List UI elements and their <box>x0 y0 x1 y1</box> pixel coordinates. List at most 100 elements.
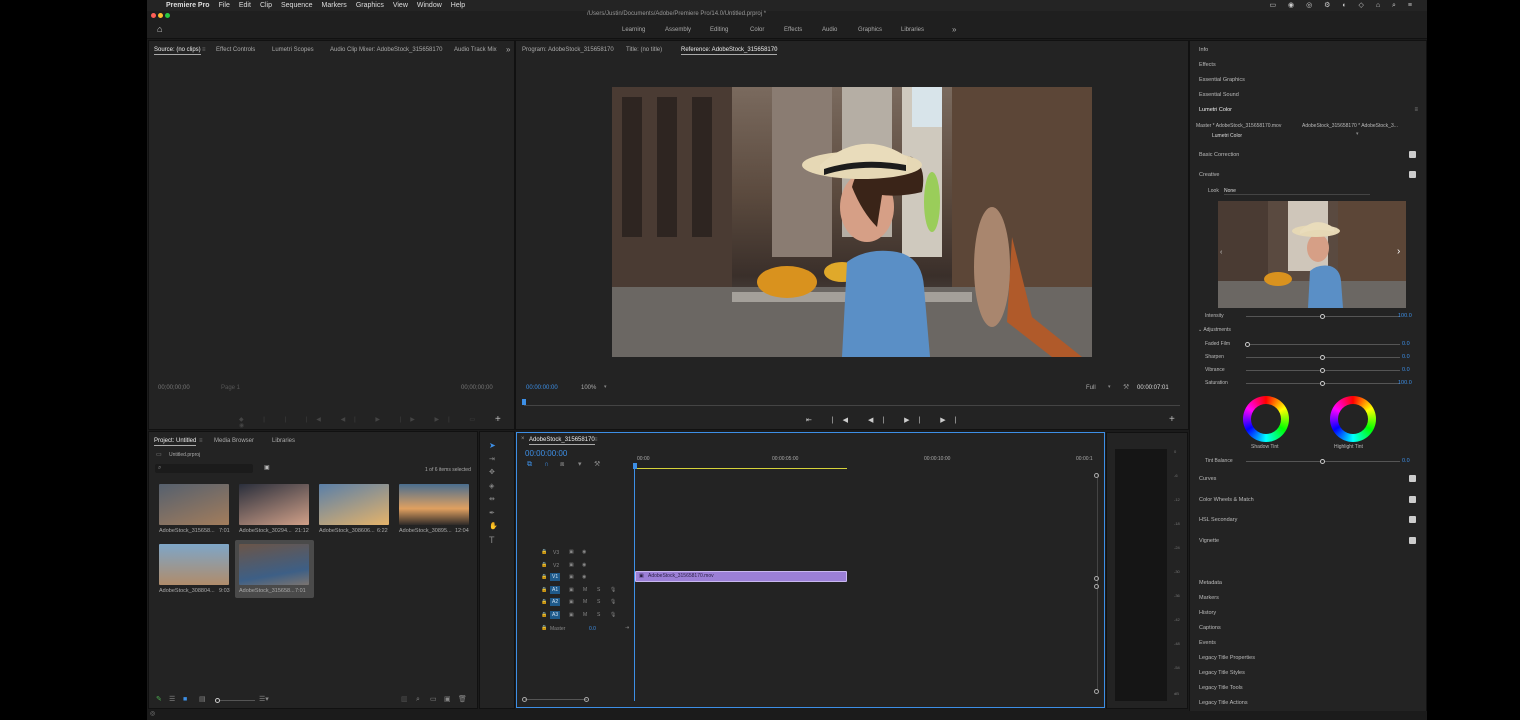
hand-tool-icon[interactable]: ✋ <box>489 523 498 530</box>
intensity-slider[interactable] <box>1246 314 1400 319</box>
lock-icon[interactable]: 🔒 <box>541 625 547 631</box>
microphone-icon[interactable]: 🎙 <box>610 599 616 605</box>
tab-sequence[interactable]: AdobeStock_315658170 <box>529 437 595 445</box>
hsl-secondary-checkbox[interactable] <box>1409 516 1416 523</box>
faded-film-slider[interactable] <box>1245 342 1400 347</box>
panel-effects[interactable]: Effects <box>1199 62 1216 68</box>
new-item-icon[interactable]: ▣ <box>444 696 451 703</box>
track-a3-label[interactable]: A3 <box>550 611 561 619</box>
go-to-out-icon[interactable]: ⇥ <box>625 625 629 631</box>
close-sequence-icon[interactable]: × <box>521 436 525 442</box>
panel-legacy-title-tools[interactable]: Legacy Title Tools <box>1199 685 1243 691</box>
workspace-graphics[interactable]: Graphics <box>858 27 882 33</box>
menu-clip[interactable]: Clip <box>260 2 272 9</box>
menu-file[interactable]: File <box>219 2 230 9</box>
panel-essential-sound[interactable]: Essential Sound <box>1199 92 1239 98</box>
vibrance-value[interactable]: 0.0 <box>1402 367 1410 373</box>
tab-audio-clip-mixer[interactable]: Audio Clip Mixer: AdobeStock_315658170 <box>330 47 442 53</box>
source-transport-controls[interactable]: ◆ | | |◀ ◀| ▶ |▶ ▶| ▭ ▭ ◉ <box>239 417 514 429</box>
pencil-icon[interactable]: ✎ <box>156 696 162 703</box>
look-select[interactable]: None <box>1224 188 1370 195</box>
project-item-thumbnail[interactable] <box>159 544 229 585</box>
trash-icon[interactable]: 🗑 <box>458 696 467 703</box>
tab-program[interactable]: Program: AdobeStock_315658170 <box>522 47 614 53</box>
zoom-level-select[interactable]: 100% <box>581 385 596 391</box>
video-clip[interactable]: ▣ AdobeStock_315658170.mov <box>635 571 847 582</box>
linked-selection-icon[interactable]: ⧈ <box>560 461 564 468</box>
nest-icon[interactable]: ⧉ <box>527 461 532 468</box>
tab-audio-track-mixer[interactable]: Audio Track Mix <box>454 47 497 53</box>
master-clip-select[interactable]: Master * AdobeStock_315658170.mov <box>1196 123 1281 129</box>
chevron-down-icon[interactable]: ▾ <box>1356 132 1359 137</box>
chevron-left-icon[interactable]: ‹ <box>1220 249 1222 256</box>
mute-button[interactable]: M <box>583 587 587 593</box>
program-video-frame[interactable] <box>612 87 1092 357</box>
section-vignette[interactable]: Vignette <box>1199 538 1219 544</box>
find-icon[interactable]: ⌕ <box>416 696 420 703</box>
eye-icon[interactable]: ◉ <box>582 574 586 580</box>
faded-film-value[interactable]: 0.0 <box>1402 341 1410 347</box>
new-bin-bottom-icon[interactable]: ▭ <box>430 696 437 703</box>
menu-sequence[interactable]: Sequence <box>281 2 313 9</box>
sort-icons-icon[interactable]: ☰▾ <box>259 696 269 703</box>
timeline-timecode[interactable]: 00:00:00:00 <box>525 449 567 458</box>
razor-tool-icon[interactable]: ◈ <box>489 483 494 490</box>
workspace-color[interactable]: Color <box>750 27 764 33</box>
close-window-button[interactable] <box>151 13 156 18</box>
new-bin-icon[interactable]: ▣ <box>264 465 270 471</box>
tint-balance-value[interactable]: 0.0 <box>1402 458 1410 464</box>
program-add-button-icon[interactable]: + <box>1169 415 1175 425</box>
workspace-audio[interactable]: Audio <box>822 27 837 33</box>
saturation-slider[interactable] <box>1246 381 1400 386</box>
basic-correction-checkbox[interactable] <box>1409 151 1416 158</box>
menu-window[interactable]: Window <box>417 2 442 9</box>
section-curves[interactable]: Curves <box>1199 476 1216 482</box>
project-item-thumbnail[interactable] <box>399 484 469 525</box>
tab-menu-icon[interactable]: ≡ <box>202 47 206 53</box>
panel-captions[interactable]: Captions <box>1199 625 1221 631</box>
film-icon[interactable]: ▣ <box>569 599 574 605</box>
freeform-view-icon[interactable]: ▤ <box>199 696 206 703</box>
program-timecode[interactable]: 00:00:00:00 <box>526 385 558 391</box>
horizontal-zoom-scrollbar[interactable] <box>525 699 587 700</box>
master-volume-value[interactable]: 0.0 <box>589 626 596 632</box>
eye-icon[interactable]: ◉ <box>582 562 586 568</box>
effect-select[interactable]: Lumetri Color <box>1212 133 1242 139</box>
playback-resolution-select[interactable]: Full <box>1086 385 1096 391</box>
home-icon[interactable]: ⌂ <box>157 25 162 34</box>
tab-libraries[interactable]: Libraries <box>272 438 295 444</box>
microphone-icon[interactable]: 🎙 <box>610 587 616 593</box>
project-item-thumbnail[interactable] <box>159 484 229 525</box>
list-view-icon[interactable]: ☰ <box>169 696 175 703</box>
lock-icon[interactable]: 🔒 <box>541 612 547 618</box>
track-select-tool-icon[interactable]: ⇥ <box>489 456 495 463</box>
panel-markers[interactable]: Markers <box>1199 595 1219 601</box>
tab-title[interactable]: Title: (no title) <box>626 47 662 53</box>
highlight-tint-wheel[interactable] <box>1330 396 1376 442</box>
menu-edit[interactable]: Edit <box>239 2 251 9</box>
zoom-window-button[interactable] <box>165 13 170 18</box>
adjustments-toggle[interactable]: ⌄ Adjustments <box>1198 327 1231 333</box>
saturation-value[interactable]: 100.0 <box>1398 380 1412 386</box>
track-a2-label[interactable]: A2 <box>550 598 561 606</box>
tab-menu-icon[interactable]: ≡ <box>594 437 598 443</box>
film-icon[interactable]: ▣ <box>569 574 574 580</box>
track-v1-label[interactable]: V1 <box>550 573 561 581</box>
vertical-scrollbar[interactable] <box>1097 473 1098 691</box>
scroll-handle-mid[interactable] <box>1094 576 1099 581</box>
intensity-value[interactable]: 100.0 <box>1398 313 1412 319</box>
chevron-right-icon[interactable]: › <box>1397 247 1400 257</box>
tab-lumetri-scopes[interactable]: Lumetri Scopes <box>272 47 314 53</box>
vibrance-slider[interactable] <box>1246 368 1400 373</box>
vignette-checkbox[interactable] <box>1409 537 1416 544</box>
section-color-wheels[interactable]: Color Wheels & Match <box>1199 497 1254 503</box>
lock-icon[interactable]: 🔒 <box>541 574 547 580</box>
tab-menu-icon[interactable]: ≡ <box>773 47 777 53</box>
section-basic-correction[interactable]: Basic Correction <box>1199 152 1239 158</box>
status-icons[interactable]: ▭ ◉ ◎ ⚙ ◐ ◇ ⌂ ⌕ ≡ <box>1269 1 1417 10</box>
zoom-handle-left[interactable] <box>522 697 527 702</box>
minimize-window-button[interactable] <box>158 13 163 18</box>
tab-source[interactable]: Source: (no clips) <box>154 47 201 55</box>
tab-reference[interactable]: Reference: AdobeStock_315658170 <box>681 47 778 55</box>
curves-checkbox[interactable] <box>1409 475 1416 482</box>
